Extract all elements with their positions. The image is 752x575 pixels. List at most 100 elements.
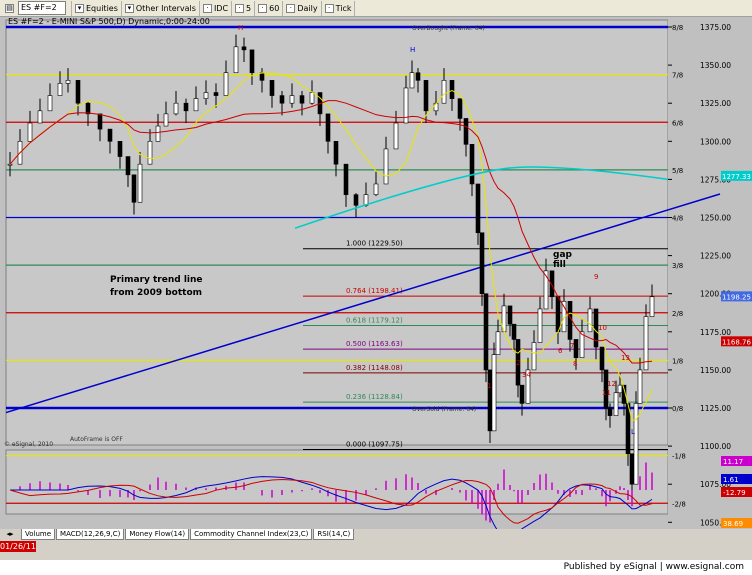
candle-body	[613, 392, 619, 416]
price-tag-label: 1168.76	[722, 338, 751, 346]
candle-body	[373, 183, 379, 195]
candle-body	[463, 118, 469, 145]
candle-body	[7, 163, 13, 166]
price-tick-label: 1150.00	[700, 366, 731, 375]
tick-button[interactable]: · Tick	[322, 0, 356, 16]
price-tick-label: 1125.00	[700, 404, 731, 413]
daily-button[interactable]: · Daily	[283, 0, 322, 16]
price-tick-label: 1300.00	[700, 137, 731, 146]
chart-note: © eSignal, 2010	[4, 441, 53, 448]
candle-body	[57, 83, 63, 96]
tab-scroll-icon[interactable]: ◂▸	[0, 529, 20, 540]
price-tick-label: 1225.00	[700, 252, 731, 261]
candle-body	[599, 346, 605, 371]
candle-body	[173, 102, 179, 115]
fib-label: 0.382 (1148.08)	[346, 364, 403, 372]
indicator-tab[interactable]: RSI(14,C)	[313, 529, 355, 540]
candle-body	[629, 453, 635, 485]
wave-count-label: 11	[602, 389, 611, 397]
publisher-footer: Published by eSignal | www.esignal.com	[0, 560, 752, 575]
chart-title: ES #F=2 - E-MINI S&P 500,D) Dynamic,0:00…	[8, 17, 210, 26]
candle-body	[223, 72, 229, 96]
indicator-tab[interactable]: MACD(12,26,9,C)	[56, 529, 125, 540]
candle-body	[457, 98, 463, 119]
murrey-label: 5/8	[672, 167, 683, 175]
candle-body	[289, 95, 295, 104]
candle-body	[579, 331, 585, 359]
murrey-note: OverBought (Frame: 64)	[412, 25, 485, 32]
wave-count-label: 2	[516, 359, 520, 367]
candle-body	[125, 156, 131, 176]
candle-body	[383, 148, 389, 185]
candle-body	[47, 95, 53, 112]
candle-body	[607, 407, 613, 416]
fib-label: 0.000 (1097.75)	[346, 441, 403, 449]
candle-body	[117, 141, 123, 157]
candle-body	[233, 46, 239, 74]
indicator-tab[interactable]: Money Flow(14)	[125, 529, 190, 540]
candle-body	[495, 331, 501, 355]
candle-body	[511, 323, 517, 340]
candle-body	[75, 80, 81, 104]
wave-count-label: 34	[522, 371, 531, 379]
equities-icon: ▾	[75, 3, 84, 13]
candle-body	[487, 369, 493, 432]
wave-count-label: L	[631, 428, 635, 436]
indicator-tabs: ◂▸ Volume MACD(12,26,9,C) Money Flow(14) Co…	[0, 529, 752, 540]
candle-body	[441, 80, 447, 104]
price-chart[interactable]: ES #F=2 - E-MINI S&P 500,D) Dynamic,0:00…	[0, 17, 752, 529]
interval-5-button[interactable]: · 5	[232, 0, 256, 16]
fib-label: 0.618 (1179.12)	[346, 317, 403, 325]
candle-body	[279, 95, 285, 104]
candle-body	[107, 128, 113, 142]
candle-body	[299, 95, 305, 104]
indicator-tab[interactable]: Volume	[21, 529, 56, 540]
candle-body	[213, 92, 219, 96]
clock-icon: ·	[235, 3, 245, 13]
symbol-input[interactable]: ES #F=2	[18, 1, 66, 15]
wave-count-label: H	[238, 24, 243, 32]
candle-body	[531, 342, 537, 371]
candle-body	[423, 80, 429, 112]
candle-body	[269, 80, 275, 96]
candle-body	[415, 72, 421, 81]
indicator-tag-label: 38.69	[723, 520, 743, 528]
date-axis-panel	[0, 517, 752, 529]
price-tick-label: 1250.00	[700, 214, 731, 223]
candle-body	[259, 72, 265, 81]
murrey-label: 7/8	[672, 72, 683, 80]
candle-body	[393, 122, 399, 150]
wave-count-label: 8	[573, 360, 577, 368]
candle-body	[507, 305, 513, 325]
other-intervals-button[interactable]: ▾ Other Intervals	[122, 0, 200, 16]
candle-body	[155, 125, 161, 142]
fib-label: 1.000 (1229.50)	[346, 240, 403, 248]
murrey-label: 1/8	[672, 357, 683, 365]
wave-count-label: 9	[594, 273, 598, 281]
murrey-label: -1/8	[672, 453, 686, 461]
price-panel	[5, 19, 669, 446]
candle-body	[475, 183, 481, 234]
idc-icon: ·	[202, 3, 212, 13]
equities-button[interactable]: ▾ Equities	[72, 0, 122, 16]
candle-body	[97, 113, 103, 130]
interval-60-button[interactable]: · 60	[255, 0, 284, 16]
chart-annotation: fill	[553, 260, 566, 270]
candle-body	[37, 110, 43, 124]
wave-count-label: 10	[598, 324, 607, 332]
candle-body	[353, 194, 359, 206]
toolbar: ▤ ES #F=2 ▾ Equities ▾ Other Intervals · IDC…	[0, 0, 752, 17]
price-tick-label: 1350.00	[700, 61, 731, 70]
candle-body	[65, 80, 71, 84]
symbol-box[interactable]: ▤ ES #F=2	[2, 0, 72, 16]
candle-body	[617, 384, 623, 394]
murrey-label: 0/8	[672, 405, 683, 413]
wave-count-label: 13	[621, 354, 630, 362]
candle-body	[409, 72, 415, 89]
candle-body	[479, 232, 485, 295]
indicator-tab[interactable]: Commodity Channel Index(23,C)	[190, 529, 313, 540]
candle-body	[469, 144, 475, 185]
idc-button[interactable]: · IDC	[200, 0, 233, 16]
chart-icon: ▤	[5, 3, 14, 13]
chart-annotation: gap	[553, 250, 573, 260]
